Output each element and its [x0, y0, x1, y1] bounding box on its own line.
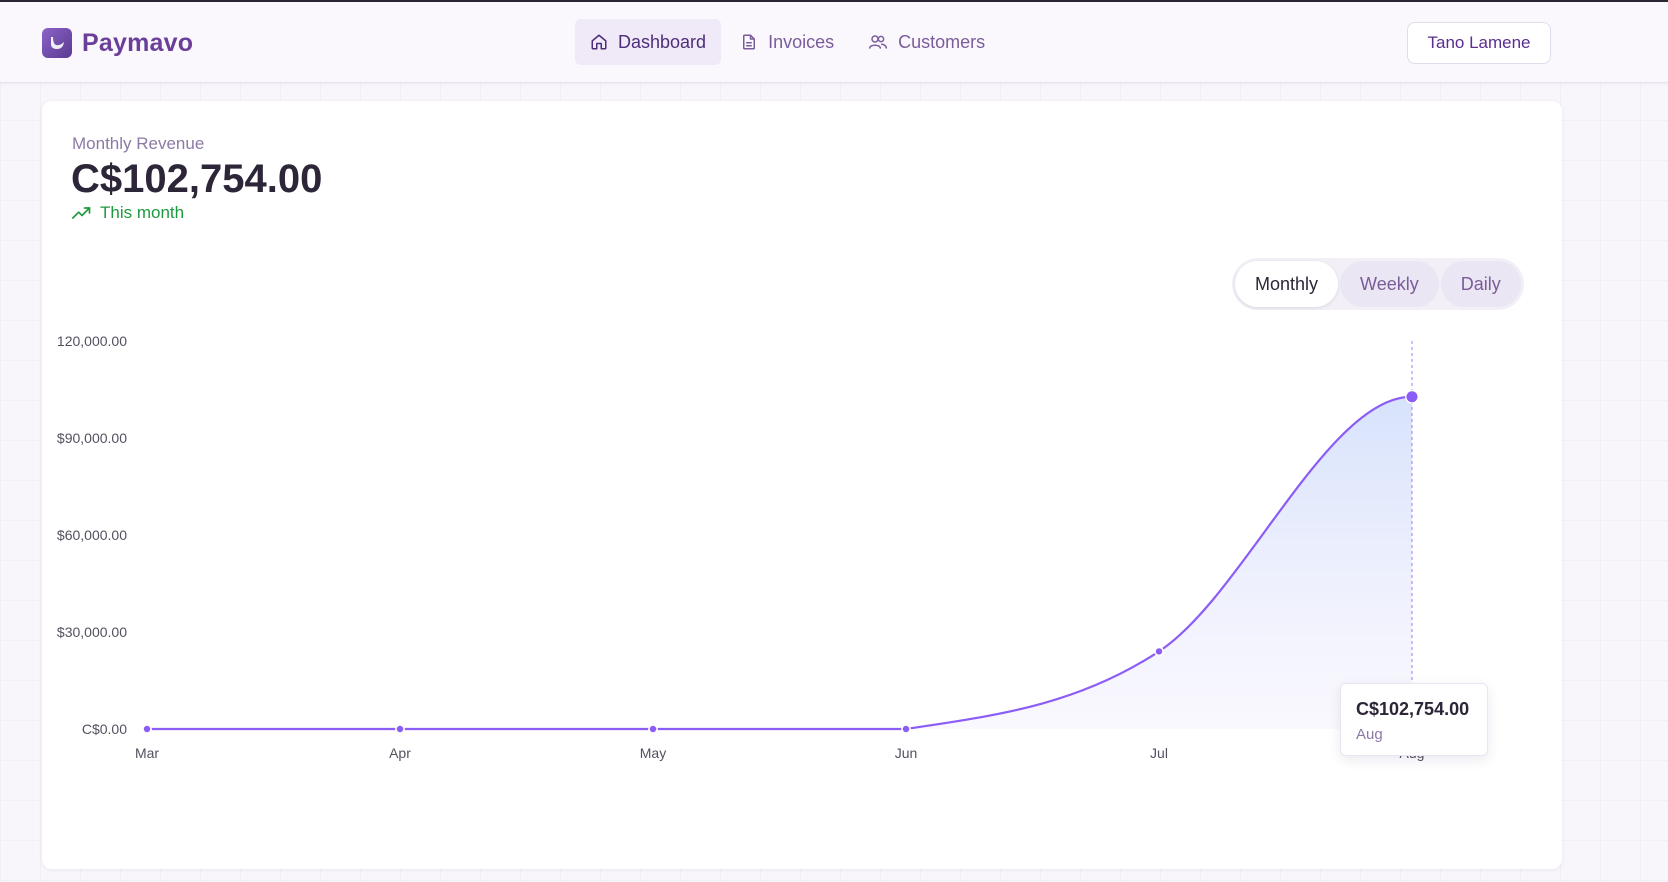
- main-nav: Dashboard Invoices Customers: [575, 19, 1004, 65]
- y-tick-label: $90,000.00: [57, 430, 127, 446]
- x-tick-label: May: [640, 745, 666, 761]
- revenue-chart: C$0.00 $30,000.00 $60,000.00 $90,000.00 120,…: [57, 333, 1425, 761]
- data-point: [143, 725, 151, 733]
- brand-logo-icon: [42, 28, 72, 58]
- data-point: [396, 725, 404, 733]
- x-tick-label: Jun: [895, 745, 918, 761]
- nav-item-customers[interactable]: Customers: [853, 19, 1000, 65]
- brand[interactable]: Paymavo: [42, 28, 193, 58]
- users-icon: [869, 35, 888, 49]
- nav-item-invoices[interactable]: Invoices: [725, 19, 849, 65]
- x-tick-label: Jul: [1150, 745, 1168, 761]
- nav-item-label: Dashboard: [618, 31, 707, 52]
- nav-item-dashboard[interactable]: Dashboard: [575, 19, 722, 65]
- data-point: [649, 725, 657, 733]
- data-point: [902, 725, 910, 733]
- y-tick-label: $60,000.00: [57, 527, 127, 543]
- revenue-card: Monthly Revenue C$102,754.00 This month …: [42, 101, 1562, 869]
- data-point: [1155, 648, 1163, 655]
- document-icon: [743, 34, 756, 50]
- nav-item-label: Customers: [898, 31, 986, 52]
- y-tick-label: $30,000.00: [57, 624, 127, 640]
- user-menu-button[interactable]: Tano Lamene: [1407, 22, 1551, 64]
- chart-tooltip: C$102,754.00 Aug: [1340, 683, 1488, 756]
- tooltip-value: C$102,754.00: [1356, 699, 1470, 719]
- tooltip-label: Aug: [1356, 726, 1383, 743]
- series-area: [147, 396, 1412, 729]
- x-tick-label: Mar: [135, 745, 159, 761]
- nav-item-label: Invoices: [768, 31, 835, 52]
- data-point-active: [1406, 391, 1418, 403]
- x-tick-label: Apr: [389, 745, 411, 761]
- y-tick-label: C$0.00: [82, 721, 127, 737]
- brand-name: Paymavo: [82, 28, 194, 57]
- home-icon: [591, 34, 607, 50]
- top-navbar: Paymavo Dashboard Invoices Customers Tan…: [0, 2, 1668, 83]
- y-tick-label: 120,000.00: [57, 333, 127, 349]
